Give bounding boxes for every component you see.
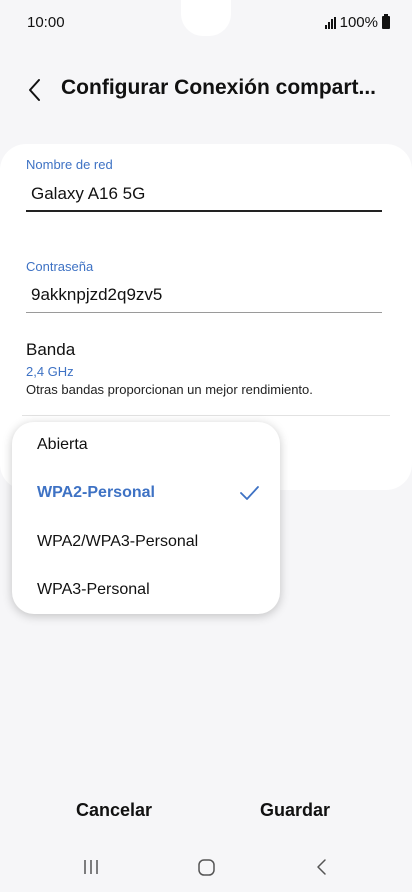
- network-name-field[interactable]: Galaxy A16 5G: [31, 184, 145, 204]
- checkmark-icon: [240, 486, 259, 500]
- dropdown-option-wpa3-personal[interactable]: WPA3-Personal: [12, 567, 280, 615]
- dropdown-option-label: Abierta: [37, 436, 88, 453]
- signal-icon: [324, 16, 336, 29]
- recent-apps-icon[interactable]: [82, 858, 100, 876]
- band-value: 2,4 GHz: [26, 364, 74, 379]
- dropdown-option-label: WPA2/WPA3-Personal: [37, 533, 199, 550]
- dropdown-option-label: WPA2-Personal: [37, 484, 155, 501]
- dropdown-option-wpa2-personal[interactable]: WPA2-Personal: [12, 470, 280, 518]
- home-icon[interactable]: [197, 858, 216, 877]
- dropdown-option-wpa2-wpa3-personal[interactable]: WPA2/WPA3-Personal: [12, 519, 280, 567]
- camera-notch: [181, 0, 231, 36]
- band-title[interactable]: Banda: [26, 340, 75, 360]
- band-description: Otras bandas proporcionan un mejor rendi…: [26, 382, 313, 397]
- dropdown-option-abierta[interactable]: Abierta: [12, 422, 280, 470]
- battery-percent: 100%: [339, 14, 378, 31]
- chevron-left-icon[interactable]: [24, 76, 46, 104]
- network-name-underline: [26, 210, 382, 212]
- password-underline: [26, 312, 382, 313]
- password-label: Contraseña: [26, 259, 94, 274]
- dropdown-option-label: WPA3-Personal: [37, 581, 150, 598]
- status-indicators: 100%: [324, 14, 390, 31]
- security-dropdown-menu: Abierta WPA2-Personal WPA2/WPA3-Personal…: [12, 422, 280, 614]
- status-bar: 10:00 100%: [0, 0, 412, 46]
- navigation-bar: [0, 846, 412, 892]
- back-icon[interactable]: [314, 858, 330, 876]
- header: Configurar Conexión compart...: [0, 70, 412, 110]
- password-field[interactable]: 9akknpjzd2q9zv5: [31, 285, 162, 305]
- battery-icon: [382, 14, 390, 29]
- cancel-button[interactable]: Cancelar: [76, 800, 152, 821]
- status-time: 10:00: [27, 14, 65, 31]
- save-button[interactable]: Guardar: [260, 800, 330, 821]
- network-name-label: Nombre de red: [26, 157, 113, 172]
- page-title: Configurar Conexión compart...: [61, 76, 377, 99]
- divider: [22, 415, 390, 416]
